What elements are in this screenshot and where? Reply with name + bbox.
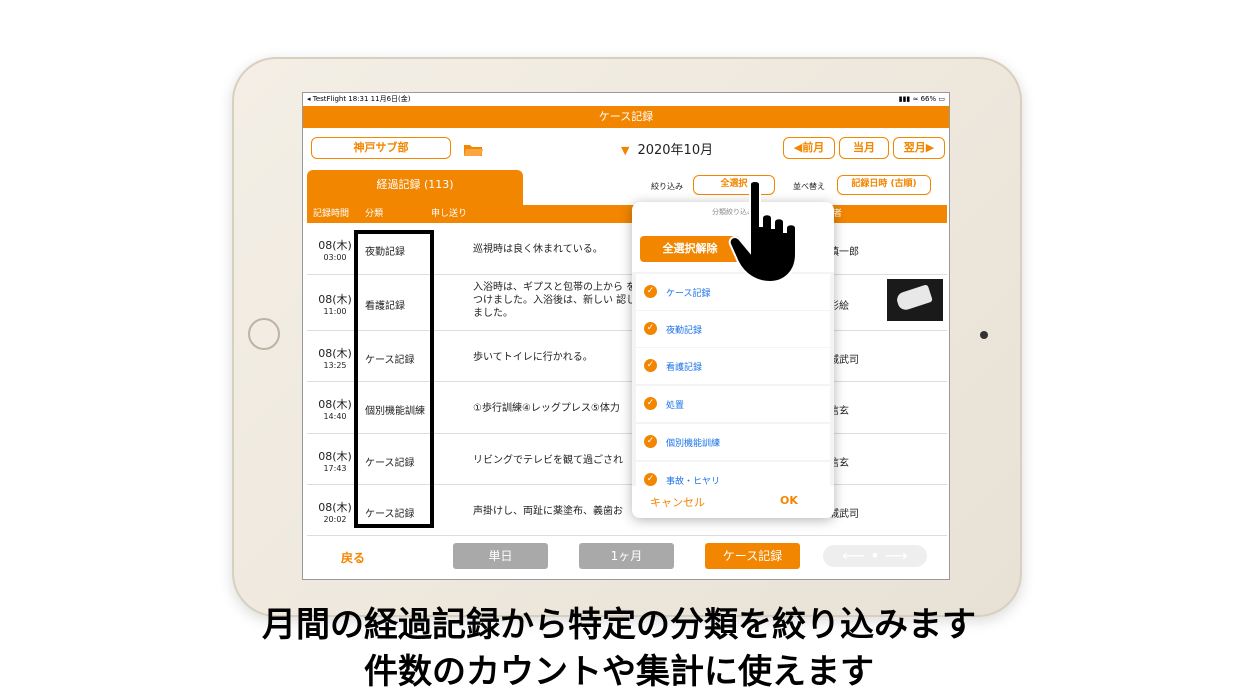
row-time: 13:25: [323, 361, 347, 370]
category-item[interactable]: ✓ 処置: [636, 386, 830, 422]
check-icon: ✓: [644, 285, 657, 298]
page-nav-arrows[interactable]: ⟵ • ⟶: [823, 545, 927, 567]
row-memo: 入浴時は、ギプスと包帯の上から をつけました。入浴後は、新しい 認しました。: [473, 282, 637, 319]
row-memo: ①歩行訓練④レッグプレス⑤体力: [473, 403, 620, 414]
row-date: 08(木) 17:43: [313, 448, 357, 473]
row-date: 08(木) 14:40: [313, 396, 357, 421]
back-button[interactable]: 戻る: [341, 549, 365, 566]
caption-line-2: 件数のカウントや集計に使えます: [364, 652, 874, 692]
tab-progress-records[interactable]: 経過記録 (113): [307, 170, 523, 205]
check-icon: ✓: [644, 397, 657, 410]
category-item-label: ケース記録: [666, 289, 711, 299]
row-date: 08(木) 20:02: [313, 499, 357, 524]
nav-title: ケース記録: [303, 106, 949, 128]
row-date: 08(木) 11:00: [313, 291, 357, 316]
category-list: ✓ ケース記録 ✓ 夜勤記録 ✓ 看護記録 ✓ 処置 ✓ 個別機能訓練 ✓ 事故…: [632, 272, 834, 486]
caption-line-1: 月間の経過記録から特定の分類を絞り込みます: [262, 605, 976, 645]
row-time: 14:40: [323, 412, 347, 421]
row-day: 08(木): [318, 239, 352, 252]
home-button[interactable]: [248, 318, 280, 350]
row-day: 08(木): [318, 293, 352, 306]
check-icon: ✓: [644, 435, 657, 448]
category-item-label: 看護記録: [666, 363, 703, 373]
category-item[interactable]: ✓ 個別機能訓練: [636, 424, 830, 460]
facility-button[interactable]: 神戸サブ部: [311, 137, 451, 159]
month-label: 2020年10月: [637, 143, 714, 158]
status-right: ▮▮▮ ≈ 66% ▭: [898, 95, 945, 103]
category-item-label: 事故・ヒヤリ: [666, 477, 721, 486]
popup-footer: キャンセル OK: [632, 486, 834, 518]
check-icon: ✓: [644, 322, 657, 335]
row-time: 03:00: [323, 253, 347, 262]
category-highlight-box: [354, 230, 434, 528]
clear-all-button[interactable]: 全選択解除: [640, 236, 740, 262]
camera: [980, 331, 988, 339]
row-date: 08(木) 13:25: [313, 345, 357, 370]
row-memo: リビングでテレビを観て過ごされ: [473, 455, 623, 466]
table-header: 記録時間 分類 申し送り 者: [307, 205, 947, 223]
status-bar: ◂ TestFlight 18:31 11月6日(金) ▮▮▮ ≈ 66% ▭: [303, 93, 949, 106]
row-day: 08(木): [318, 450, 352, 463]
header-category: 分類: [365, 209, 384, 219]
filter-label: 絞り込み: [651, 182, 683, 191]
header-time: 記録時間: [313, 209, 350, 219]
month-selector[interactable]: ▼ 2020年10月: [621, 139, 713, 158]
current-month-button[interactable]: 当月: [839, 137, 889, 159]
check-icon: ✓: [644, 473, 657, 486]
category-item-label: 個別機能訓練: [666, 439, 721, 449]
category-item-label: 夜勤記録: [666, 326, 703, 336]
category-item[interactable]: ✓ 事故・ヒヤリ: [636, 462, 830, 486]
category-item[interactable]: ✓ 看護記録: [636, 348, 830, 384]
row-time: 20:02: [323, 515, 347, 524]
prev-month-button[interactable]: ◀前月: [783, 137, 835, 159]
row-day: 08(木): [318, 347, 352, 360]
row-date: 08(木) 03:00: [313, 237, 357, 262]
row-time: 17:43: [323, 464, 347, 473]
status-left: ◂ TestFlight 18:31 11月6日(金): [307, 95, 411, 103]
row-day: 08(木): [318, 501, 352, 514]
cancel-button[interactable]: キャンセル: [650, 494, 705, 510]
pointing-hand-icon: [728, 180, 797, 284]
ok-button[interactable]: OK: [780, 494, 798, 507]
one-month-button[interactable]: 1ヶ月: [579, 543, 674, 569]
row-memo: 声掛けし、両趾に薬塗布、義歯お: [473, 506, 623, 517]
next-month-button[interactable]: 翌月▶: [893, 137, 945, 159]
row-day: 08(木): [318, 398, 352, 411]
category-item[interactable]: ✓ 夜勤記録: [636, 311, 830, 347]
header-person: 者: [833, 209, 843, 219]
row-time: 11:00: [323, 307, 347, 316]
header-memo: 申し送り: [431, 209, 468, 219]
check-icon: ✓: [644, 359, 657, 372]
single-day-button[interactable]: 単日: [453, 543, 548, 569]
case-record-button[interactable]: ケース記録: [705, 543, 800, 569]
sort-button[interactable]: 記録日時 (古順): [837, 175, 931, 195]
record-photo-thumbnail[interactable]: [887, 279, 943, 321]
row-memo: 巡視時は良く休まれている。: [473, 244, 603, 255]
dropdown-triangle-icon: ▼: [621, 144, 630, 157]
folder-icon[interactable]: [463, 143, 483, 157]
category-item-label: 処置: [666, 401, 685, 411]
row-memo: 歩いてトイレに行かれる。: [473, 352, 593, 363]
